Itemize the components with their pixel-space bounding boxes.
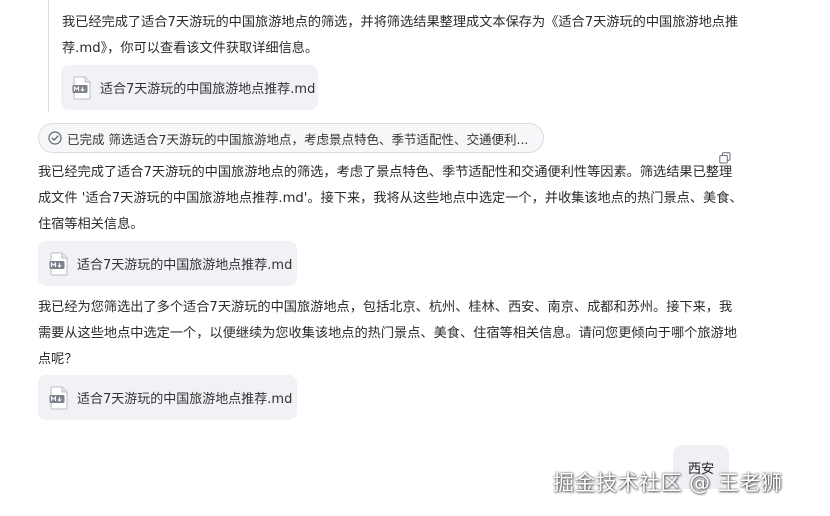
watermark: 掘金技术社区 @ 王老狮 — [553, 471, 783, 495]
task-status-pill[interactable]: 已完成 筛选适合7天游玩的中国旅游地点，考虑景点特色、季节适配性、交通便利... — [38, 123, 544, 153]
file-attachment-card[interactable]: 适合7天游玩的中国旅游地点推荐.md — [38, 375, 297, 420]
file-name: 适合7天游玩的中国旅游地点推荐.md — [77, 392, 293, 407]
assistant-message-text: 我已经完成了适合7天游玩的中国旅游地点的筛选，考虑了景点特色、季节适配性和交通便… — [38, 165, 743, 232]
check-circle-icon — [48, 131, 62, 145]
file-name: 适合7天游玩的中国旅游地点推荐.md — [77, 258, 293, 273]
status-text: 筛选适合7天游玩的中国旅游地点，考虑景点特色、季节适配性、交通便利... — [108, 131, 529, 147]
file-attachment-card[interactable]: 适合7天游玩的中国旅游地点推荐.md — [61, 65, 318, 110]
quoted-message-text: 我已经完成了适合7天游玩的中国旅游地点的筛选，并将筛选结果整理成文本保存为《适合… — [62, 15, 739, 56]
markdown-file-icon — [72, 76, 91, 99]
markdown-file-icon — [49, 386, 68, 409]
assistant-message-text: 我已经为您筛选出了多个适合7天游玩的中国旅游地点，包括北京、杭州、桂林、西安、南… — [38, 300, 737, 367]
file-attachment-card[interactable]: 适合7天游玩的中国旅游地点推荐.md — [38, 241, 297, 286]
file-name: 适合7天游玩的中国旅游地点推荐.md — [100, 82, 316, 97]
status-label: 已完成 — [67, 131, 105, 147]
markdown-file-icon — [49, 252, 68, 275]
